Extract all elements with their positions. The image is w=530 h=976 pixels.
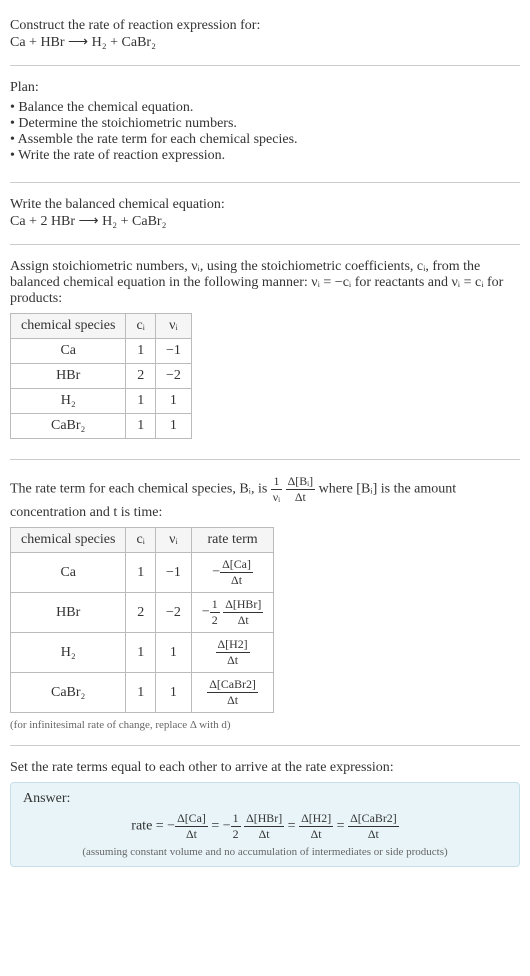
table-cell: Δ[H2]Δt — [191, 633, 273, 673]
table-row: HBr 2 −2 −12 Δ[HBr]Δt — [11, 593, 274, 633]
table-cell: 1 — [126, 553, 156, 593]
table-cell: 1 — [155, 389, 191, 414]
table-cell: Ca — [11, 553, 126, 593]
table-cell: −1 — [155, 553, 191, 593]
answer-frac: Δ[CaBr2]Δt — [348, 811, 399, 842]
balanced-section: Write the balanced chemical equation: Ca… — [10, 189, 520, 238]
table-cell: 1 — [126, 673, 156, 713]
table-cell: 1 — [155, 633, 191, 673]
rate-text: The rate term for each chemical species,… — [10, 474, 520, 521]
assign-text: Assign stoichiometric numbers, νᵢ, using… — [10, 259, 520, 307]
table-cell: 1 — [155, 414, 191, 439]
table-cell: 2 — [126, 364, 156, 389]
prompt-equation: Ca + HBr ⟶ H₂ + CaBr₂ — [10, 34, 520, 51]
divider — [10, 244, 520, 245]
table-header: νᵢ — [155, 314, 191, 339]
table-cell: −1 — [155, 339, 191, 364]
assign-table: chemical species cᵢ νᵢ Ca 1 −1 HBr 2 −2 … — [10, 313, 192, 439]
prompt-section: Construct the rate of reaction expressio… — [10, 10, 520, 59]
answer-frac: Δ[Ca]Δt — [175, 811, 208, 842]
table-header-row: chemical species cᵢ νᵢ rate term — [11, 528, 274, 553]
table-cell: −2 — [155, 364, 191, 389]
answer-half: 12 — [231, 811, 241, 842]
table-cell: CaBr₂ — [11, 673, 126, 713]
plan-item: Balance the chemical equation. — [10, 100, 520, 116]
rate-term-frac: Δ[Ca]Δt — [220, 557, 253, 588]
plan-item: Determine the stoichiometric numbers. — [10, 116, 520, 132]
rate-term-frac: Δ[CaBr2]Δt — [207, 677, 258, 708]
rate-term-frac: Δ[H2]Δt — [216, 637, 250, 668]
table-row: CaBr₂ 1 1 Δ[CaBr2]Δt — [11, 673, 274, 713]
plan-title: Plan: — [10, 80, 520, 96]
table-header-row: chemical species cᵢ νᵢ — [11, 314, 192, 339]
neg-sign: − — [212, 565, 220, 580]
plan-item: Assemble the rate term for each chemical… — [10, 132, 520, 148]
table-cell: 1 — [126, 389, 156, 414]
table-row: H₂ 1 1 — [11, 389, 192, 414]
prompt-text: Construct the rate of reaction expressio… — [10, 18, 520, 34]
table-cell: −Δ[Ca]Δt — [191, 553, 273, 593]
set-section: Set the rate terms equal to each other t… — [10, 752, 520, 875]
table-row: H₂ 1 1 Δ[H2]Δt — [11, 633, 274, 673]
table-cell: 2 — [126, 593, 156, 633]
table-cell: Ca — [11, 339, 126, 364]
coef-frac: 12 — [210, 597, 220, 628]
balanced-equation: Ca + 2 HBr ⟶ H₂ + CaBr₂ — [10, 213, 520, 230]
answer-frac: Δ[H2]Δt — [299, 811, 333, 842]
table-cell: CaBr₂ — [11, 414, 126, 439]
eq-sign: = − — [208, 819, 231, 834]
table-cell: 1 — [155, 673, 191, 713]
rate-section: The rate term for each chemical species,… — [10, 466, 520, 739]
table-cell: H₂ — [11, 389, 126, 414]
table-cell: 1 — [126, 633, 156, 673]
plan-section: Plan: Balance the chemical equation. Det… — [10, 72, 520, 176]
rate-table: chemical species cᵢ νᵢ rate term Ca 1 −1… — [10, 527, 274, 713]
table-cell: HBr — [11, 364, 126, 389]
table-row: Ca 1 −1 −Δ[Ca]Δt — [11, 553, 274, 593]
table-header: cᵢ — [126, 528, 156, 553]
answer-frac: Δ[HBr]Δt — [244, 811, 284, 842]
plan-item: Write the rate of reaction expression. — [10, 148, 520, 164]
table-header: νᵢ — [155, 528, 191, 553]
set-text: Set the rate terms equal to each other t… — [10, 760, 520, 776]
rate-term-frac: Δ[HBr]Δt — [223, 597, 263, 628]
answer-equation: rate = −Δ[Ca]Δt = −12 Δ[HBr]Δt = Δ[H2]Δt… — [23, 811, 507, 842]
answer-box: Answer: rate = −Δ[Ca]Δt = −12 Δ[HBr]Δt =… — [10, 782, 520, 867]
divider — [10, 65, 520, 66]
assign-section: Assign stoichiometric numbers, νᵢ, using… — [10, 251, 520, 453]
table-cell: 1 — [126, 414, 156, 439]
table-header: chemical species — [11, 528, 126, 553]
table-cell: −12 Δ[HBr]Δt — [191, 593, 273, 633]
balanced-title: Write the balanced chemical equation: — [10, 197, 520, 213]
rate-note: (for infinitesimal rate of change, repla… — [10, 719, 520, 731]
eq-sign: = — [284, 819, 299, 834]
table-header: rate term — [191, 528, 273, 553]
table-header: cᵢ — [126, 314, 156, 339]
rate-text-pre: The rate term for each chemical species,… — [10, 482, 271, 497]
table-row: CaBr₂ 1 1 — [11, 414, 192, 439]
table-header: chemical species — [11, 314, 126, 339]
table-cell: HBr — [11, 593, 126, 633]
table-row: Ca 1 −1 — [11, 339, 192, 364]
rate-prefix: rate = − — [131, 819, 175, 834]
table-cell: 1 — [126, 339, 156, 364]
table-row: HBr 2 −2 — [11, 364, 192, 389]
rate-frac2: Δ[Bᵢ] Δt — [286, 474, 315, 505]
answer-label: Answer: — [23, 791, 507, 807]
divider — [10, 745, 520, 746]
divider — [10, 182, 520, 183]
divider — [10, 459, 520, 460]
neg-sign: − — [202, 605, 210, 620]
answer-note: (assuming constant volume and no accumul… — [23, 846, 507, 858]
table-cell: Δ[CaBr2]Δt — [191, 673, 273, 713]
table-cell: H₂ — [11, 633, 126, 673]
table-cell: −2 — [155, 593, 191, 633]
rate-frac1: 1 νᵢ — [271, 474, 282, 505]
plan-list: Balance the chemical equation. Determine… — [10, 100, 520, 164]
eq-sign: = — [333, 819, 348, 834]
